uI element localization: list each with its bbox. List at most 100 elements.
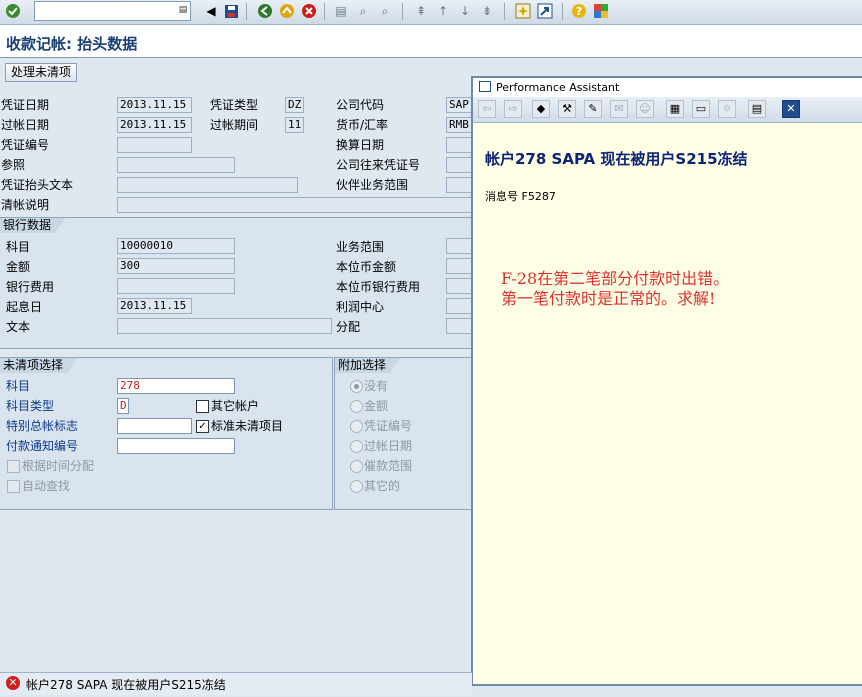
pa-forward-icon[interactable]: ⇨	[504, 100, 522, 118]
create-session-icon[interactable]	[514, 2, 532, 20]
translation-date-field[interactable]	[446, 137, 472, 153]
cross-company-field[interactable]	[446, 157, 472, 173]
pa-close-icon[interactable]: ✕	[782, 100, 800, 118]
doc-number-field[interactable]	[117, 137, 192, 153]
radio-amount-label: 金额	[364, 399, 389, 413]
bank-data-title: 银行数据	[0, 218, 66, 233]
additional-selection-group: 附加选择 没有 金额 凭证编号 过帐日期 催款范围 其它的	[334, 357, 473, 510]
business-area-field[interactable]	[446, 238, 472, 254]
amount-field[interactable]: 300	[117, 258, 235, 274]
radio-others[interactable]	[350, 480, 363, 493]
performance-assistant-window: Performance Assistant ⇦ ⇨ ◆ ⚒ ✎ ✉ ☺ ▦ ▭ …	[471, 76, 862, 686]
doc-date-field[interactable]: 2013.11.15	[117, 97, 192, 113]
pa-note-icon: ✉	[610, 100, 628, 118]
help-icon[interactable]: ?	[570, 2, 588, 20]
pa-window-icon	[479, 81, 491, 92]
open-item-selection-title: 未清项选择	[0, 358, 78, 373]
bank-data-group: 银行数据 科目 10000010 业务范围 金额 300 本位币金额 银行费用 …	[0, 217, 473, 349]
assignment-field[interactable]	[446, 318, 472, 334]
annotation-line-1: F-28在第二笔部分付款时出错。	[501, 269, 730, 288]
radio-document-number[interactable]	[350, 420, 363, 433]
pa-bookmark-icon[interactable]: ◆	[532, 100, 550, 118]
save-icon[interactable]	[222, 2, 240, 20]
bank-charges-field[interactable]	[117, 278, 235, 294]
radio-posting-date-label: 过帐日期	[364, 439, 413, 453]
special-gl-field[interactable]	[117, 418, 192, 434]
pa-user-icon: ☺	[636, 100, 654, 118]
clearing-text-field[interactable]	[117, 197, 472, 213]
distribute-by-age-checkbox[interactable]	[7, 460, 20, 473]
annotation-line-2: 第一笔付款时是正常的。求解!	[501, 289, 716, 308]
shortcut-icon[interactable]	[536, 2, 554, 20]
enter-check-icon[interactable]	[4, 2, 22, 20]
other-accounts-checkbox[interactable]	[196, 400, 209, 413]
error-icon: ✕	[6, 676, 20, 690]
reference-label: 参照	[1, 158, 26, 172]
title-bar: 收款记帐: 抬头数据	[0, 25, 862, 58]
posting-date-field[interactable]: 2013.11.15	[117, 117, 192, 133]
doc-number-label: 凭证编号	[1, 138, 50, 152]
pa-settings-icon[interactable]: ▭	[692, 100, 710, 118]
payment-advice-field[interactable]	[117, 438, 235, 454]
automatic-search-checkbox[interactable]	[7, 480, 20, 493]
reference-field[interactable]	[117, 157, 235, 173]
doc-type-label: 凭证类型	[210, 98, 259, 112]
pa-edit-icon[interactable]: ✎	[584, 100, 602, 118]
radio-amount[interactable]	[350, 400, 363, 413]
pa-message-heading: 帐户278 SAPA 现在被用户S215冻结	[485, 150, 748, 168]
bank-text-field[interactable]	[117, 318, 332, 334]
local-bank-charges-field[interactable]	[446, 278, 472, 294]
radio-none-label: 没有	[364, 379, 389, 393]
find-icon: ⌕	[359, 4, 367, 18]
profit-center-label: 利润中心	[336, 300, 385, 314]
radio-posting-date[interactable]	[350, 440, 363, 453]
doc-date-label: 凭证日期	[1, 98, 50, 112]
pa-technical-info-icon[interactable]: ⚒	[558, 100, 576, 118]
back-icon[interactable]	[256, 2, 274, 20]
process-open-items-button[interactable]: 处理未清项	[5, 63, 78, 82]
pa-back-icon[interactable]: ⇦	[478, 100, 496, 118]
pa-toolbar: ⇦ ⇨ ◆ ⚒ ✎ ✉ ☺ ▦ ▭ ☼ ▤ ✕	[473, 97, 862, 123]
header-text-label: 凭证抬头文本	[1, 178, 74, 192]
oi-account-label: 科目	[6, 379, 31, 393]
oi-account-field[interactable]: 278	[117, 378, 235, 394]
cancel-icon[interactable]	[300, 2, 318, 20]
posting-date-label: 过帐日期	[1, 118, 50, 132]
standard-open-items-checkbox[interactable]: ✓	[196, 420, 209, 433]
user-annotation: F-28在第二笔部分付款时出错。 第一笔付款时是正常的。求解!	[501, 269, 729, 309]
status-bar[interactable]: ✕ 帐户278 SAPA 现在被用户S215冻结	[0, 672, 472, 695]
company-code-field[interactable]: SAP	[446, 97, 472, 113]
svg-text:?: ?	[576, 5, 582, 18]
payment-advice-label: 付款通知编号	[6, 439, 79, 453]
open-item-selection-group: 未清项选择 科目 278 科目类型 D 其它帐户 特别总帐标志 ✓ 标准未清项目…	[0, 357, 333, 510]
exit-icon[interactable]	[278, 2, 296, 20]
translation-date-label: 换算日期	[336, 138, 385, 152]
system-toolbar: ▤ ◀ ▤ ⌕ ⌕ ⇞ ↑ ↓ ⇟ ?	[0, 0, 862, 25]
last-page-icon: ⇟	[481, 4, 493, 18]
pa-glossary-icon: ☼	[718, 100, 736, 118]
value-date-field[interactable]: 2013.11.15	[117, 298, 192, 314]
header-data-section: 凭证日期 2013.11.15 凭证类型 DZ 公司代码 SAP 过帐日期 20…	[0, 96, 472, 214]
command-history-icon[interactable]: ▤	[178, 4, 188, 16]
layout-menu-icon[interactable]	[592, 2, 610, 20]
bank-account-field[interactable]: 10000010	[117, 238, 235, 254]
doc-type-field[interactable]: DZ	[285, 97, 304, 113]
bank-account-label: 科目	[6, 240, 31, 254]
distribute-by-age-label: 根据时间分配	[22, 459, 95, 473]
collapse-left-icon[interactable]: ◀	[202, 2, 220, 20]
profit-center-field[interactable]	[446, 298, 472, 314]
oi-account-type-field[interactable]: D	[117, 398, 129, 414]
radio-none[interactable]	[350, 380, 363, 393]
clearing-text-label: 清帐说明	[1, 198, 50, 212]
trading-partner-field[interactable]	[446, 177, 472, 193]
pa-table-icon[interactable]: ▦	[666, 100, 684, 118]
assignment-label: 分配	[336, 320, 361, 334]
posting-period-field[interactable]: 11	[285, 117, 304, 133]
command-field[interactable]: ▤	[34, 1, 191, 21]
currency-field[interactable]: RMB	[446, 117, 472, 133]
cross-company-label: 公司往来凭证号	[336, 158, 421, 172]
radio-dunning-area[interactable]	[350, 460, 363, 473]
header-text-field[interactable]	[117, 177, 298, 193]
local-amount-field[interactable]	[446, 258, 472, 274]
pa-print-icon[interactable]: ▤	[748, 100, 766, 118]
